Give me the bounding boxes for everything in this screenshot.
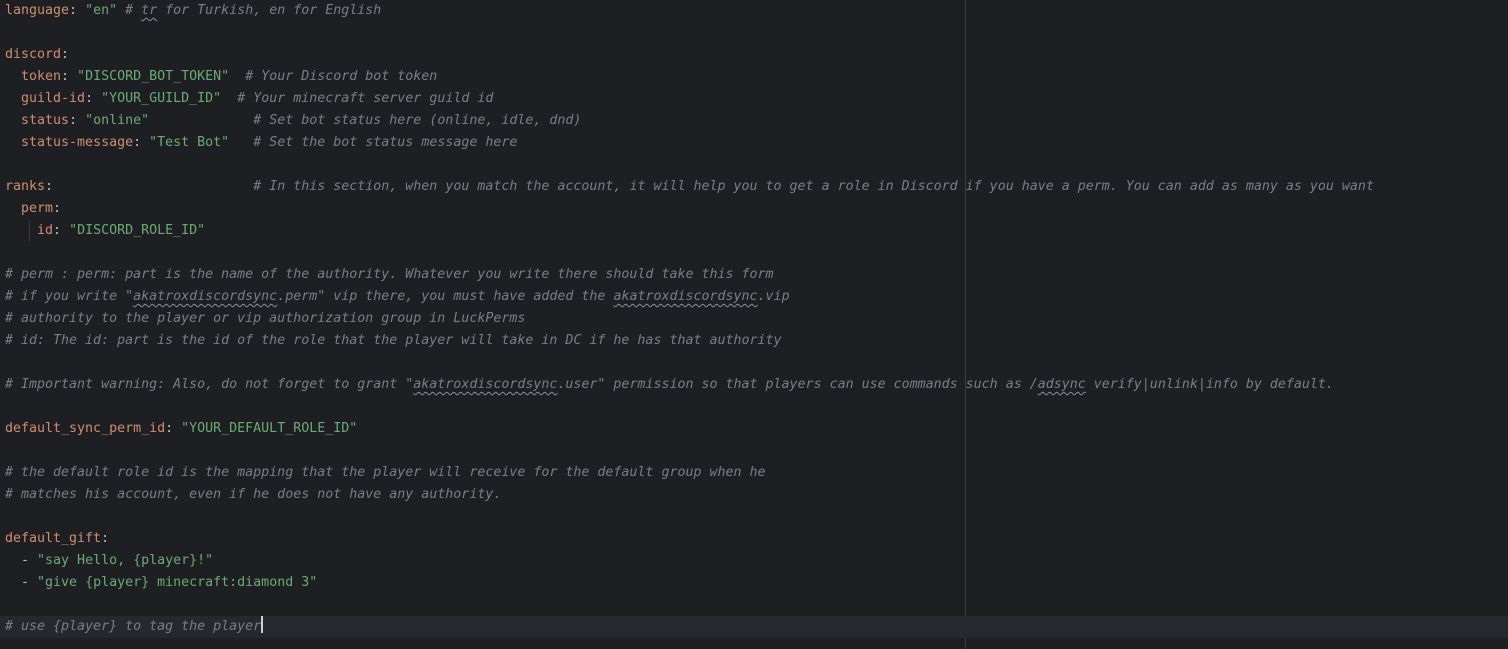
yaml-comment: # Your minecraft server guild id — [237, 91, 494, 106]
code-line-15[interactable]: # authority to the player or vip authori… — [0, 308, 1508, 330]
code-line-21[interactable] — [0, 440, 1508, 462]
yaml-key: id — [37, 223, 54, 238]
yaml-key: default_gift — [5, 531, 102, 546]
list-dash: - — [21, 553, 38, 568]
yaml-comment: # use {player} to tag the player — [5, 619, 262, 634]
yaml-comment: # matches his account, even if he does n… — [5, 487, 502, 502]
spelling-typo: akatroxdiscordsync — [133, 289, 278, 304]
spelling-typo: akatroxdiscordsync — [613, 289, 758, 304]
yaml-comment: # Important warning: Also, do not forget… — [5, 377, 1334, 392]
yaml-key: default_sync_perm_id — [5, 421, 166, 436]
code-line-5[interactable]: guild-id: "YOUR_GUILD_ID" # Your minecra… — [0, 88, 1508, 110]
code-line-22[interactable]: # the default role id is the mapping tha… — [0, 462, 1508, 484]
indent-guide — [29, 220, 30, 242]
code-line-10[interactable]: perm: — [0, 198, 1508, 220]
yaml-string: "YOUR_DEFAULT_ROLE_ID" — [181, 421, 358, 436]
yaml-comment: # perm : perm: part is the name of the a… — [5, 267, 774, 282]
yaml-comment: # Set the bot status message here — [253, 135, 518, 150]
yaml-string: "DISCORD_ROLE_ID" — [69, 223, 206, 238]
yaml-string: "online" — [85, 113, 150, 128]
code-line-14[interactable]: # if you write "akatroxdiscordsync.perm"… — [0, 286, 1508, 308]
yaml-key: perm — [21, 201, 54, 216]
yaml-key: discord — [5, 47, 62, 62]
colon: : — [101, 531, 110, 546]
code-line-2[interactable] — [0, 22, 1508, 44]
code-line-23[interactable]: # matches his account, even if he does n… — [0, 484, 1508, 506]
yaml-key: status-message — [21, 135, 134, 150]
code-line-28[interactable] — [0, 594, 1508, 616]
colon: : — [53, 201, 62, 216]
code-line-9[interactable]: ranks: # In this section, when you match… — [0, 176, 1508, 198]
yaml-string: "Test Bot" — [149, 135, 230, 150]
code-line-25[interactable]: default_gift: — [0, 528, 1508, 550]
colon: : — [165, 421, 182, 436]
code-line-1[interactable]: language: "en" # tr for Turkish, en for … — [0, 0, 1508, 22]
spelling-typo: adsync — [1037, 377, 1086, 392]
code-line-7[interactable]: status-message: "Test Bot" # Set the bot… — [0, 132, 1508, 154]
code-line-13[interactable]: # perm : perm: part is the name of the a… — [0, 264, 1508, 286]
code-line-3[interactable]: discord: — [0, 44, 1508, 66]
code-line-29-current[interactable]: # use {player} to tag the player — [0, 616, 1508, 638]
code-line-16[interactable]: # id: The id: part is the id of the role… — [0, 330, 1508, 352]
colon: : — [69, 113, 86, 128]
code-line-26[interactable]: - "say Hello, {player}!" — [0, 550, 1508, 572]
yaml-comment: # tr for Turkish, en for English — [125, 3, 382, 18]
code-line-12[interactable] — [0, 242, 1508, 264]
code-line-8[interactable] — [0, 154, 1508, 176]
colon: : — [61, 69, 78, 84]
yaml-key: ranks — [5, 179, 46, 194]
code-line-19[interactable] — [0, 396, 1508, 418]
yaml-comment: # if you write "akatroxdiscordsync.perm"… — [5, 289, 790, 304]
yaml-string: "give {player} minecraft:diamond 3" — [37, 575, 318, 590]
yaml-string: "en" — [85, 3, 118, 18]
code-line-4[interactable]: token: "DISCORD_BOT_TOKEN" # Your Discor… — [0, 66, 1508, 88]
spelling-typo: akatroxdiscordsync — [413, 377, 558, 392]
yaml-comment: # authority to the player or vip authori… — [5, 311, 526, 326]
text-caret — [261, 616, 264, 633]
colon: : — [85, 91, 102, 106]
colon: : — [45, 179, 54, 194]
yaml-key: token — [21, 69, 62, 84]
code-editor[interactable]: language: "en" # tr for Turkish, en for … — [0, 0, 1508, 649]
code-line-24[interactable] — [0, 506, 1508, 528]
yaml-key: language — [5, 3, 70, 18]
code-line-20[interactable]: default_sync_perm_id: "YOUR_DEFAULT_ROLE… — [0, 418, 1508, 440]
colon: : — [61, 47, 70, 62]
yaml-string: "YOUR_GUILD_ID" — [101, 91, 222, 106]
yaml-comment: # Set bot status here (online, idle, dnd… — [253, 113, 582, 128]
yaml-comment: # In this section, when you match the ac… — [253, 179, 1374, 194]
code-line-11[interactable]: id: "DISCORD_ROLE_ID" — [0, 220, 1508, 242]
colon: : — [69, 3, 86, 18]
code-line-17[interactable] — [0, 352, 1508, 374]
code-lines[interactable]: language: "en" # tr for Turkish, en for … — [0, 0, 1508, 638]
yaml-comment: # id: The id: part is the id of the role… — [5, 333, 782, 348]
code-line-27[interactable]: - "give {player} minecraft:diamond 3" — [0, 572, 1508, 594]
colon: : — [133, 135, 150, 150]
yaml-comment: # Your Discord bot token — [245, 69, 438, 84]
colon: : — [53, 223, 70, 238]
code-line-18[interactable]: # Important warning: Also, do not forget… — [0, 374, 1508, 396]
spelling-typo: tr — [141, 3, 158, 18]
yaml-string: "DISCORD_BOT_TOKEN" — [77, 69, 230, 84]
yaml-string: "say Hello, {player}!" — [37, 553, 214, 568]
yaml-key: status — [21, 113, 70, 128]
list-dash: - — [21, 575, 38, 590]
yaml-comment: # the default role id is the mapping tha… — [5, 465, 766, 480]
code-line-6[interactable]: status: "online" # Set bot status here (… — [0, 110, 1508, 132]
yaml-key: guild-id — [21, 91, 86, 106]
